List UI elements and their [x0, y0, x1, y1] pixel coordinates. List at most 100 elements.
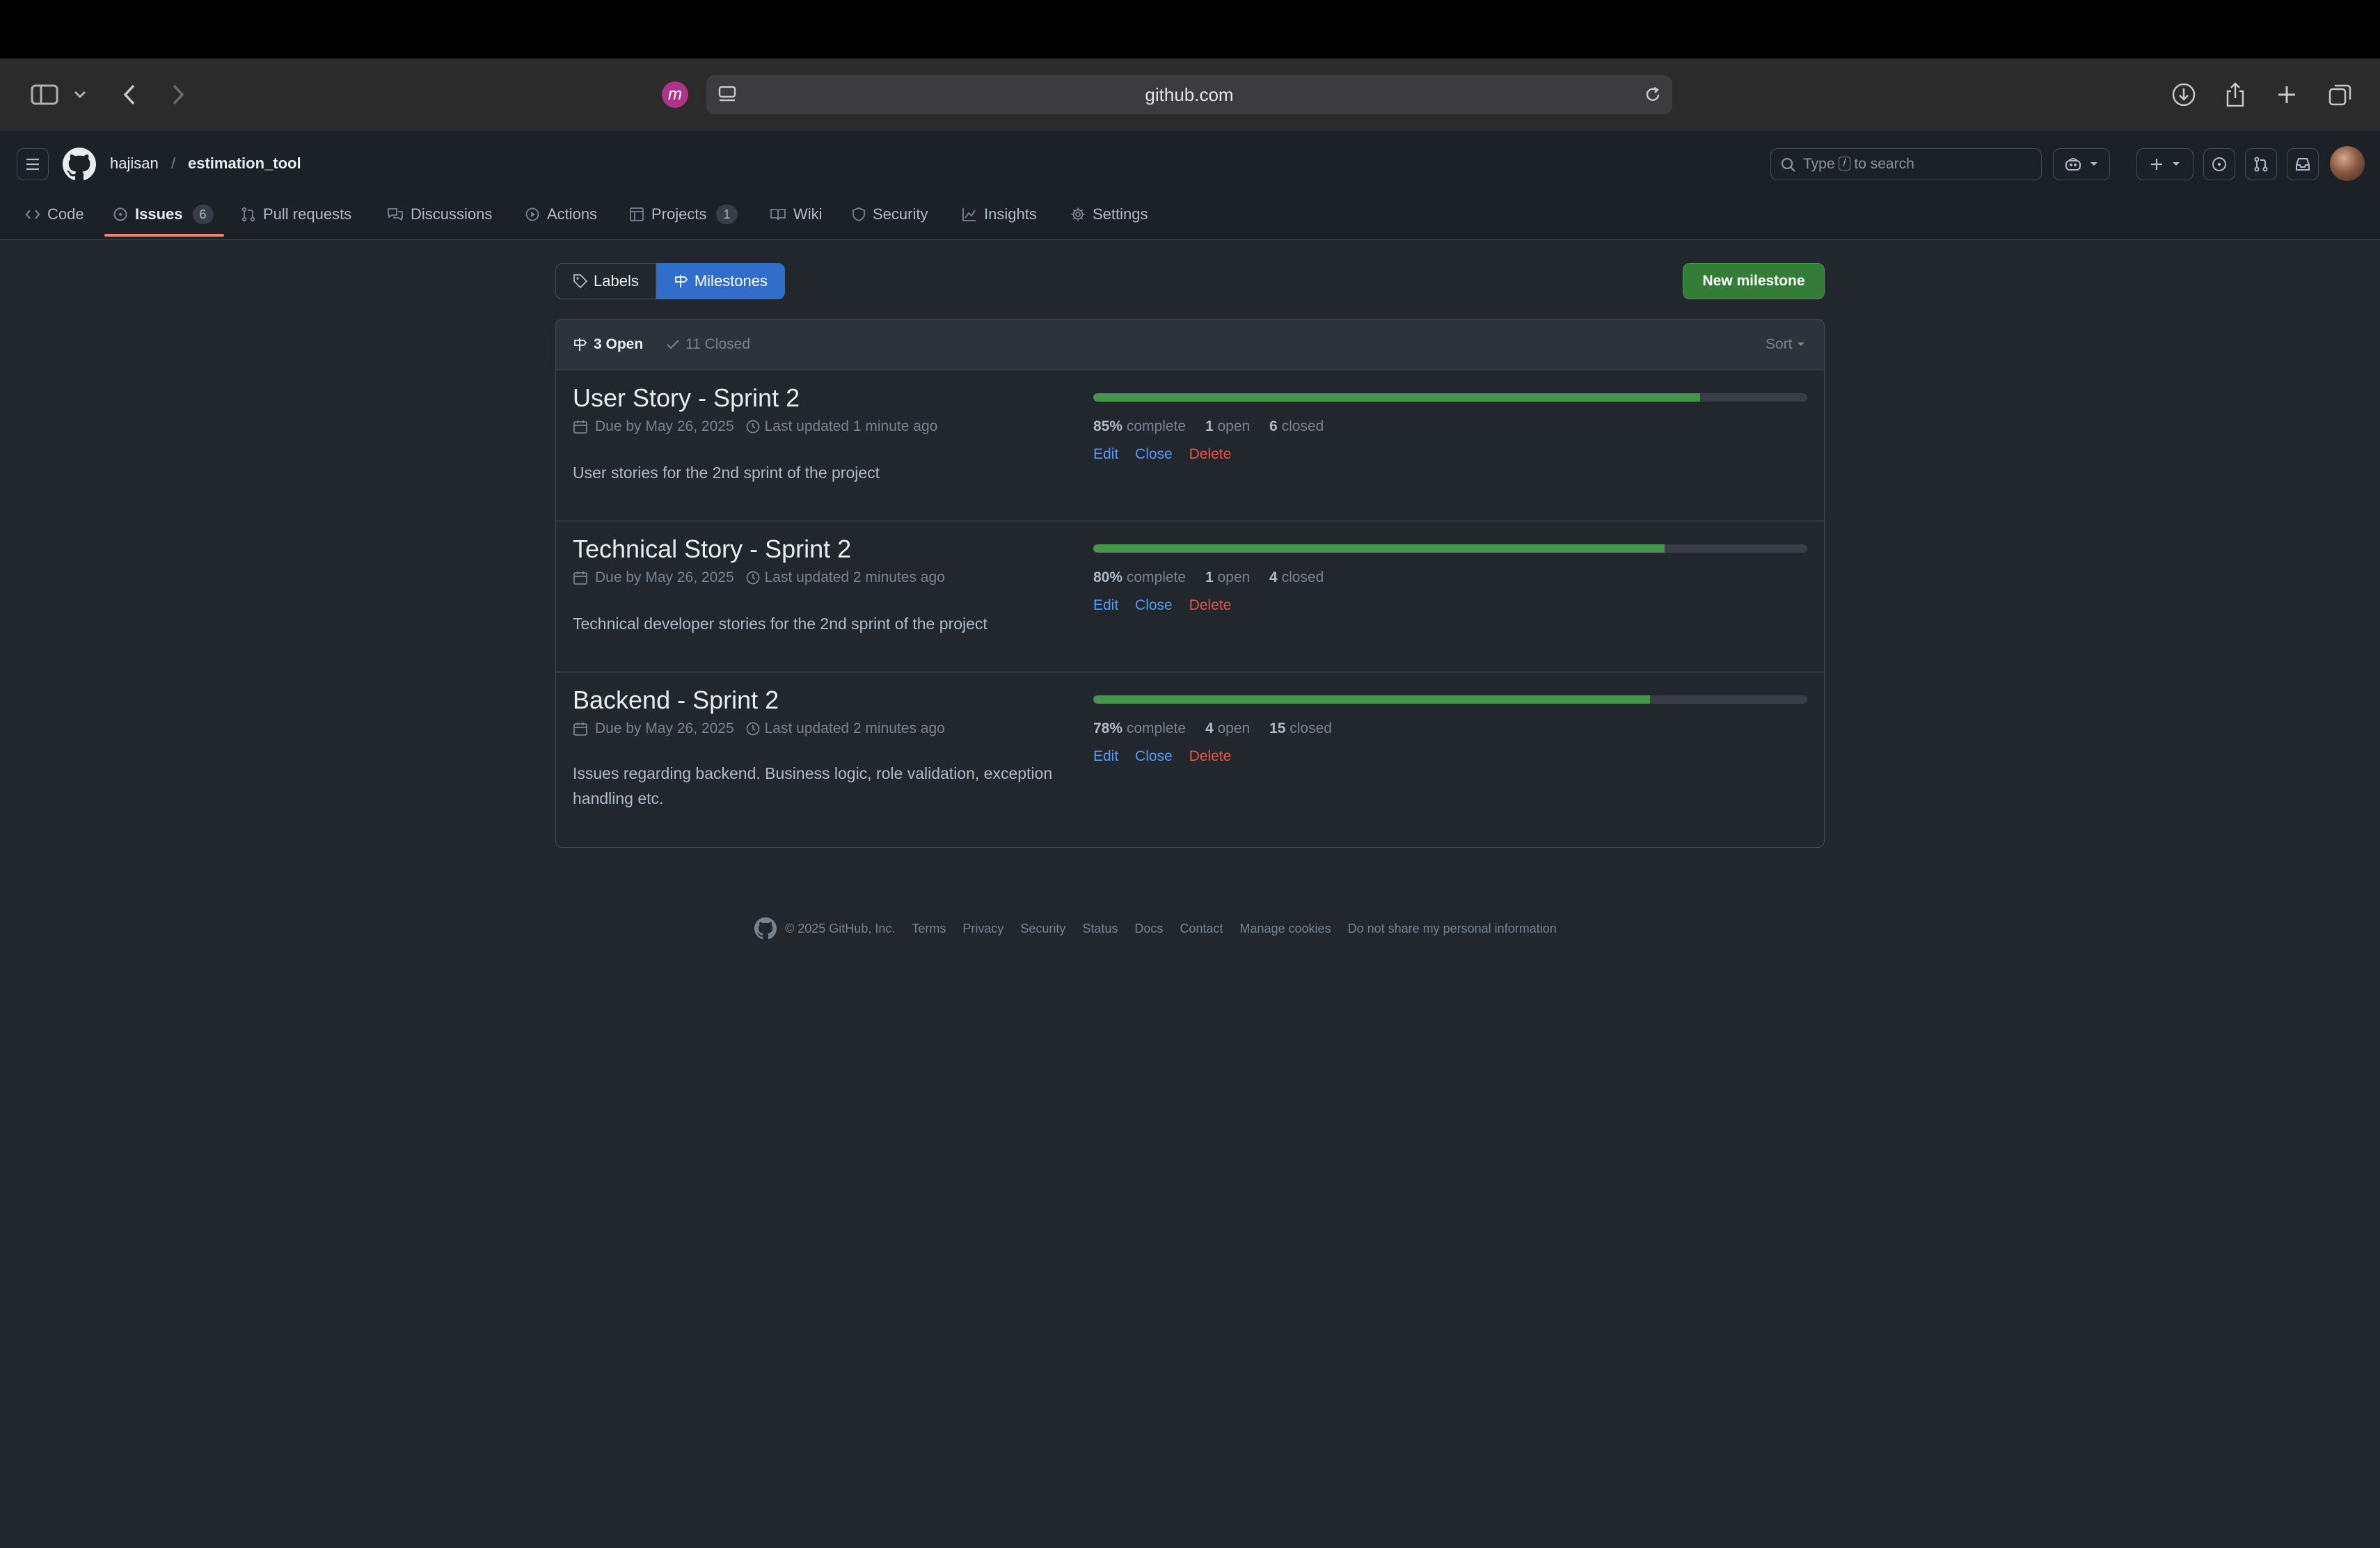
- search-input[interactable]: Type / to search: [1770, 148, 2042, 180]
- breadcrumb-separator: /: [171, 155, 176, 172]
- milestone-open-count: 1: [1205, 569, 1214, 585]
- reload-icon[interactable]: [1643, 85, 1663, 104]
- closed-milestones-filter[interactable]: 11 Closed: [666, 319, 750, 370]
- edit-milestone-link[interactable]: Edit: [1093, 446, 1118, 462]
- book-icon: [770, 209, 786, 221]
- milestone-closed-label: closed: [1281, 569, 1324, 585]
- tag-icon: [573, 274, 588, 289]
- tab-actions[interactable]: Actions: [525, 196, 597, 232]
- open-milestones-filter[interactable]: 3 Open: [573, 319, 643, 370]
- graph-icon: [962, 208, 976, 221]
- code-icon: [25, 210, 40, 219]
- chevron-down-icon: [2173, 162, 2180, 166]
- milestone-closed-count: 15: [1269, 720, 1286, 736]
- copilot-button[interactable]: [2053, 148, 2110, 180]
- tab-issues[interactable]: Issues 6: [113, 196, 214, 232]
- table-icon: [630, 207, 644, 221]
- edit-milestone-link[interactable]: Edit: [1093, 597, 1118, 613]
- milestone-row: Backend - Sprint 2 Due by May 26, 2025 L…: [556, 672, 1824, 847]
- footer-copyright: © 2025 GitHub, Inc.: [785, 921, 896, 935]
- footer-link-privacy[interactable]: Privacy: [962, 922, 1003, 936]
- tab-label: Wiki: [793, 205, 823, 223]
- hamburger-icon: [26, 158, 39, 171]
- milestone-open-label: open: [1217, 418, 1251, 434]
- tab-settings[interactable]: Settings: [1070, 196, 1148, 232]
- close-milestone-link[interactable]: Close: [1135, 597, 1173, 613]
- delete-milestone-link[interactable]: Delete: [1189, 446, 1232, 462]
- tab-label: Actions: [547, 205, 598, 223]
- issue-opened-icon: [113, 207, 127, 221]
- new-tab-icon[interactable]: [2271, 58, 2302, 131]
- sort-dropdown[interactable]: Sort: [1766, 319, 1805, 370]
- delete-milestone-link[interactable]: Delete: [1189, 748, 1232, 764]
- issues-button[interactable]: [2203, 148, 2235, 180]
- tab-projects[interactable]: Projects 1: [629, 196, 738, 232]
- sort-label: Sort: [1766, 336, 1793, 352]
- footer-link-docs[interactable]: Docs: [1134, 922, 1163, 936]
- chevron-down-icon[interactable]: [70, 58, 90, 131]
- milestones-list: 3 Open 11 Closed Sort User Story - Sprin…: [555, 319, 1825, 848]
- address-bar[interactable]: github.com: [706, 75, 1672, 114]
- breadcrumb-owner[interactable]: hajisan: [110, 155, 159, 173]
- footer-link-status[interactable]: Status: [1082, 922, 1118, 936]
- forward-icon[interactable]: [164, 58, 192, 131]
- new-milestone-button[interactable]: New milestone: [1683, 263, 1825, 299]
- tab-discussions[interactable]: Discussions: [387, 196, 492, 232]
- github-logo-icon[interactable]: [63, 148, 96, 181]
- footer-link-manage-cookies[interactable]: Manage cookies: [1239, 922, 1331, 936]
- profile-badge[interactable]: m: [660, 58, 690, 131]
- downloads-icon[interactable]: [2168, 58, 2199, 131]
- milestone-description: User stories for the 2nd sprint of the p…: [573, 464, 880, 482]
- breadcrumb-repo[interactable]: estimation_tool: [188, 155, 301, 173]
- close-milestone-link[interactable]: Close: [1135, 446, 1173, 462]
- hamburger-menu-button[interactable]: [17, 148, 49, 180]
- closed-count-label: 11 Closed: [685, 336, 751, 352]
- inbox-button[interactable]: [2287, 148, 2319, 180]
- tab-label: Security: [873, 205, 928, 223]
- avatar[interactable]: [2330, 146, 2365, 181]
- footer-link-do-not-share[interactable]: Do not share my personal information: [1348, 922, 1557, 936]
- milestone-description: Technical developer stories for the 2nd …: [573, 615, 987, 633]
- labels-button[interactable]: Labels: [555, 263, 656, 299]
- delete-milestone-link[interactable]: Delete: [1189, 597, 1232, 613]
- pull-requests-button[interactable]: [2245, 148, 2277, 180]
- milestone-title[interactable]: Backend - Sprint 2: [573, 686, 779, 715]
- footer-link-contact[interactable]: Contact: [1180, 922, 1223, 936]
- git-pull-request-icon: [241, 207, 255, 222]
- footer-link-security[interactable]: Security: [1020, 922, 1065, 936]
- tab-pull-requests[interactable]: Pull requests: [241, 196, 351, 232]
- tab-label: Settings: [1093, 205, 1148, 223]
- milestones-label: Milestones: [694, 272, 768, 290]
- tab-label: Pull requests: [263, 205, 352, 223]
- browser-toolbar: m github.com: [0, 58, 2380, 132]
- tab-insights[interactable]: Insights: [962, 196, 1037, 232]
- milestone-complete-label: complete: [1126, 569, 1187, 585]
- close-milestone-link[interactable]: Close: [1135, 748, 1173, 764]
- milestone-title[interactable]: Technical Story - Sprint 2: [573, 535, 851, 564]
- footer-link-terms[interactable]: Terms: [912, 922, 946, 936]
- share-icon[interactable]: [2220, 58, 2251, 131]
- milestone-due-date: Due by May 26, 2025: [595, 569, 734, 585]
- search-placeholder-suffix: to search: [1854, 156, 1914, 172]
- github-logo-icon[interactable]: [754, 917, 777, 940]
- milestone-last-updated: Last updated 1 minute ago: [764, 418, 938, 434]
- projects-count-badge: 1: [716, 205, 738, 224]
- issue-opened-icon: [2212, 157, 2226, 171]
- edit-milestone-link[interactable]: Edit: [1093, 748, 1118, 764]
- issues-count-badge: 6: [192, 205, 214, 224]
- milestone-progress-fill: [1093, 544, 1665, 553]
- search-shortcut-key: /: [1839, 156, 1850, 171]
- milestone-open-count: 4: [1205, 720, 1214, 736]
- tab-overview-icon[interactable]: [2324, 58, 2356, 131]
- tab-code[interactable]: Code: [25, 196, 84, 232]
- shield-icon: [852, 207, 865, 221]
- create-new-button[interactable]: [2136, 148, 2193, 180]
- tab-wiki[interactable]: Wiki: [770, 196, 823, 232]
- tab-security[interactable]: Security: [852, 196, 928, 232]
- back-icon[interactable]: [116, 58, 143, 131]
- active-tab-indicator: [104, 234, 224, 237]
- sidebar-toggle-icon[interactable]: [25, 58, 64, 131]
- milestones-button[interactable]: Milestones: [656, 263, 785, 299]
- milestone-title[interactable]: User Story - Sprint 2: [573, 384, 800, 413]
- plus-icon: [2151, 159, 2162, 170]
